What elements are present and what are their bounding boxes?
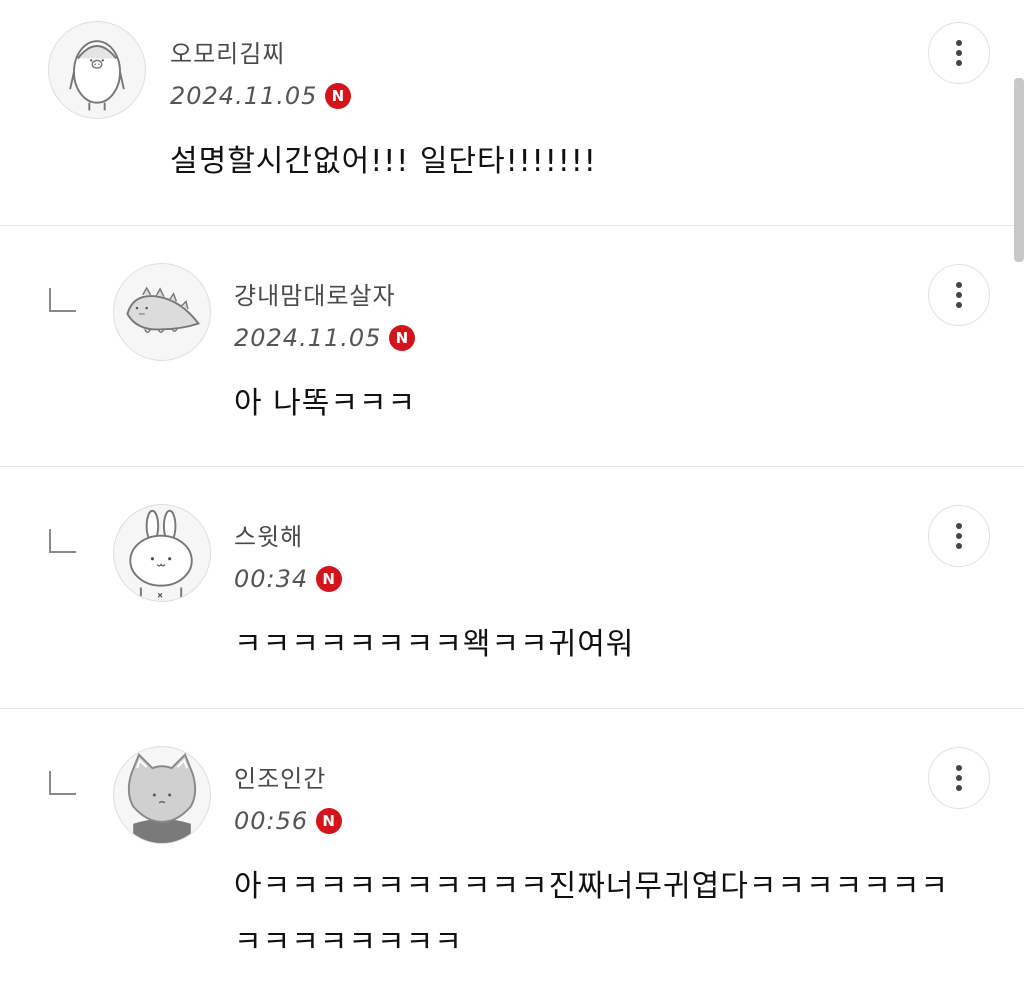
reply-item: 인조인간 00:56 N 아ㅋㅋㅋㅋㅋㅋㅋㅋㅋㅋ진짜너무귀엽다ㅋㅋㅋㅋㅋㅋㅋ ㅋ… <box>0 709 1024 1005</box>
more-vertical-icon-dot <box>956 60 962 66</box>
more-vertical-icon <box>956 765 962 771</box>
more-vertical-icon-dot <box>956 775 962 781</box>
scrollbar[interactable] <box>1014 78 1024 262</box>
reply-corner-icon <box>49 771 76 795</box>
more-options-button[interactable] <box>928 264 990 326</box>
comment-date-text: 00:56 <box>234 807 309 835</box>
comment-nickname[interactable]: 걍내맘대로살자 <box>234 276 396 311</box>
comment-text: 아 나똑ㅋㅋㅋ <box>234 386 417 421</box>
comment-date: 00:34 N <box>234 565 343 593</box>
more-vertical-icon-dot <box>956 50 962 56</box>
reply-corner-icon <box>49 529 76 553</box>
new-badge-icon: N <box>389 325 416 351</box>
reply-corner-icon <box>49 288 76 312</box>
more-options-button[interactable] <box>928 22 990 84</box>
comment-nickname[interactable]: 인조인간 <box>234 759 326 794</box>
reply-item: 걍내맘대로살자 2024.11.05 N 아 나똑ㅋㅋㅋ <box>0 226 1024 467</box>
new-badge-icon: N <box>316 566 343 592</box>
comment-nickname[interactable]: 스윗해 <box>234 517 303 552</box>
comment-date-text: 2024.11.05 <box>234 324 382 352</box>
new-badge-icon: N <box>316 808 343 834</box>
comment-text: 아ㅋㅋㅋㅋㅋㅋㅋㅋㅋㅋ진짜너무귀엽다ㅋㅋㅋㅋㅋㅋㅋ <box>234 869 949 904</box>
new-badge-icon: N <box>325 83 352 109</box>
more-options-button[interactable] <box>928 747 990 809</box>
comment-text-line2: ㅋㅋㅋㅋㅋㅋㅋㅋ <box>234 925 463 960</box>
comment-nickname[interactable]: 오모리김찌 <box>170 34 285 69</box>
more-vertical-icon <box>956 523 962 529</box>
more-vertical-icon <box>956 282 962 288</box>
more-vertical-icon-dot <box>956 543 962 549</box>
comment-list: 오모리김찌 2024.11.05 N 설명할시간없어!!! 일단타!!!!!!!… <box>0 0 1024 1005</box>
more-vertical-icon-dot <box>956 302 962 308</box>
reply-item: 스윗해 00:34 N ㅋㅋㅋㅋㅋㅋㅋㅋ왝ㅋㅋ귀여워 <box>0 467 1024 709</box>
cat-avatar-icon[interactable] <box>113 746 211 844</box>
more-vertical-icon-dot <box>956 785 962 791</box>
more-vertical-icon <box>956 40 962 46</box>
more-vertical-icon-dot <box>956 533 962 539</box>
more-options-button[interactable] <box>928 505 990 567</box>
more-vertical-icon-dot <box>956 292 962 298</box>
comment-date: 2024.11.05 N <box>170 82 352 110</box>
comment-date: 2024.11.05 N <box>234 324 416 352</box>
comment-text: ㅋㅋㅋㅋㅋㅋㅋㅋ왝ㅋㅋ귀여워 <box>234 627 635 662</box>
comment-text: 설명할시간없어!!! 일단타!!!!!!! <box>170 144 597 179</box>
rabbit-avatar-icon[interactable] <box>113 504 211 602</box>
comment-date-text: 2024.11.05 <box>170 82 318 110</box>
penguin-avatar-icon[interactable] <box>48 21 146 119</box>
dinosaur-avatar-icon[interactable] <box>113 263 211 361</box>
comment-item: 오모리김찌 2024.11.05 N 설명할시간없어!!! 일단타!!!!!!! <box>0 0 1024 226</box>
comment-date-text: 00:34 <box>234 565 309 593</box>
comment-date: 00:56 N <box>234 807 343 835</box>
